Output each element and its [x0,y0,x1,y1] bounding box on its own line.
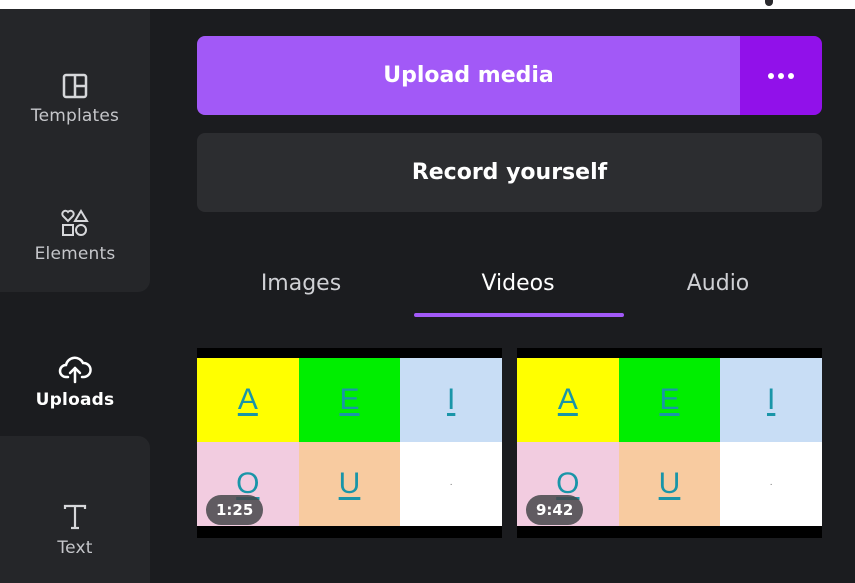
grid-cell: U [618,442,721,526]
tab-images[interactable]: Images [197,249,405,317]
record-yourself-button[interactable]: Record yourself [197,133,822,212]
sidebar-item-label: Text [57,538,93,558]
top-edge-strip [0,0,855,9]
uploads-icon [58,356,92,384]
active-tab-indicator [414,313,624,317]
grid-cell: E [618,358,721,442]
grid-cell: A [517,358,619,442]
media-tabs: Images Videos Audio [197,249,822,317]
tab-videos[interactable]: Videos [414,249,622,317]
grid-cell: U [298,442,401,526]
tab-audio[interactable]: Audio [614,249,822,317]
upload-media-button[interactable]: Upload media [197,36,740,115]
templates-icon [62,73,88,99]
grid-cell: · [400,442,502,526]
grid-cell: I [720,358,822,442]
video-thumbnail[interactable]: A E I O U · 1:25 [197,348,502,538]
sidebar-item-elements[interactable]: Elements [0,181,150,291]
more-dots-icon [768,72,794,79]
more-options-button[interactable] [740,36,822,115]
grid-cell: A [197,358,299,442]
top-edge-indicator [765,0,773,6]
elements-icon [61,209,89,236]
video-thumbnail[interactable]: A E I O U · 9:42 [517,348,822,538]
video-duration-badge: 9:42 [526,495,584,525]
sidebar-item-templates[interactable]: Templates [0,44,150,154]
grid-cell: I [400,358,502,442]
grid-cell: · [720,442,822,526]
uploads-panel: Upload media Record yourself Images Vide… [150,9,855,583]
sidebar-item-label: Templates [30,106,120,126]
sidebar-item-label: Uploads [35,390,115,410]
grid-cell: E [298,358,401,442]
sidebar-item-uploads[interactable]: Uploads [0,327,150,437]
sidebar-item-label: Elements [34,244,116,264]
video-duration-badge: 1:25 [206,495,264,525]
sidebar-item-text[interactable]: Text [0,475,150,583]
left-sidebar: Templates Elements Uploads Text [0,9,150,583]
text-icon [63,504,87,530]
